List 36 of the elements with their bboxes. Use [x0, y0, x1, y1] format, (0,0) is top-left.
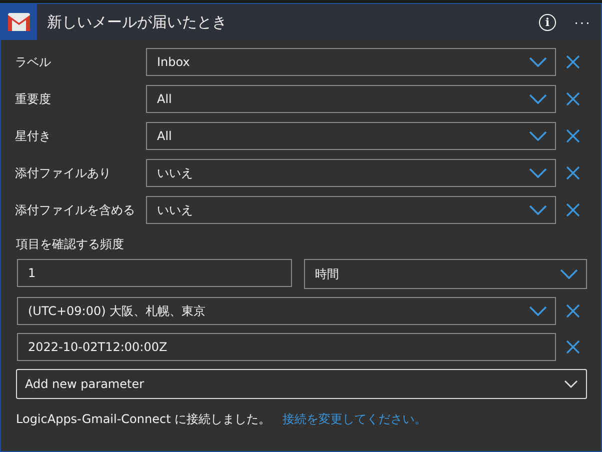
chevron-down-icon: [529, 131, 547, 141]
chevron-down-icon: [529, 205, 547, 215]
info-icon[interactable]: i: [539, 14, 556, 30]
chevron-down-icon: [529, 57, 547, 67]
close-icon[interactable]: [566, 92, 580, 106]
interval-field[interactable]: 1: [17, 259, 292, 287]
chevron-down-icon: [529, 168, 547, 178]
parameter-label: ラベル: [15, 54, 52, 70]
trigger-title: 新しいメールが届いたとき: [47, 12, 228, 32]
close-icon[interactable]: [566, 203, 580, 217]
more-options-button[interactable]: ···: [574, 14, 591, 30]
connection-text: LogicApps-Gmail-Connect に接続しました。: [16, 411, 271, 428]
frequency-label: 項目を確認する頻度: [16, 236, 125, 253]
dropdown-field[interactable]: いいえ: [146, 159, 556, 187]
dropdown-field[interactable]: All: [146, 122, 556, 150]
chevron-down-icon: [529, 306, 547, 316]
parameter-label: 重要度: [15, 90, 52, 108]
change-connection-link[interactable]: 接続を変更してください。: [282, 411, 427, 428]
dropdown-field[interactable]: いいえ: [146, 196, 556, 224]
close-icon[interactable]: [566, 55, 580, 69]
chevron-down-icon: [529, 94, 547, 104]
dropdown-field[interactable]: All: [146, 85, 556, 113]
parameter-label: 星付き: [15, 128, 52, 144]
close-icon[interactable]: [566, 340, 580, 354]
chevron-down-icon: [564, 380, 578, 388]
unit-dropdown[interactable]: 時間: [304, 259, 587, 289]
close-icon[interactable]: [566, 166, 580, 180]
close-icon[interactable]: [566, 129, 580, 143]
parameter-label: 添付ファイルあり: [15, 164, 112, 182]
add-parameter-dropdown[interactable]: Add new parameter: [16, 369, 587, 399]
close-icon[interactable]: [566, 304, 580, 318]
timezone-dropdown[interactable]: (UTC+09:00) 大阪、札幌、東京: [17, 297, 556, 325]
start-time-field[interactable]: 2022-10-02T12:00:00Z: [17, 333, 556, 361]
dropdown-field[interactable]: Inbox: [146, 48, 556, 76]
parameter-label: 添付ファイルを含める: [15, 202, 136, 218]
chevron-down-icon: [560, 269, 578, 279]
